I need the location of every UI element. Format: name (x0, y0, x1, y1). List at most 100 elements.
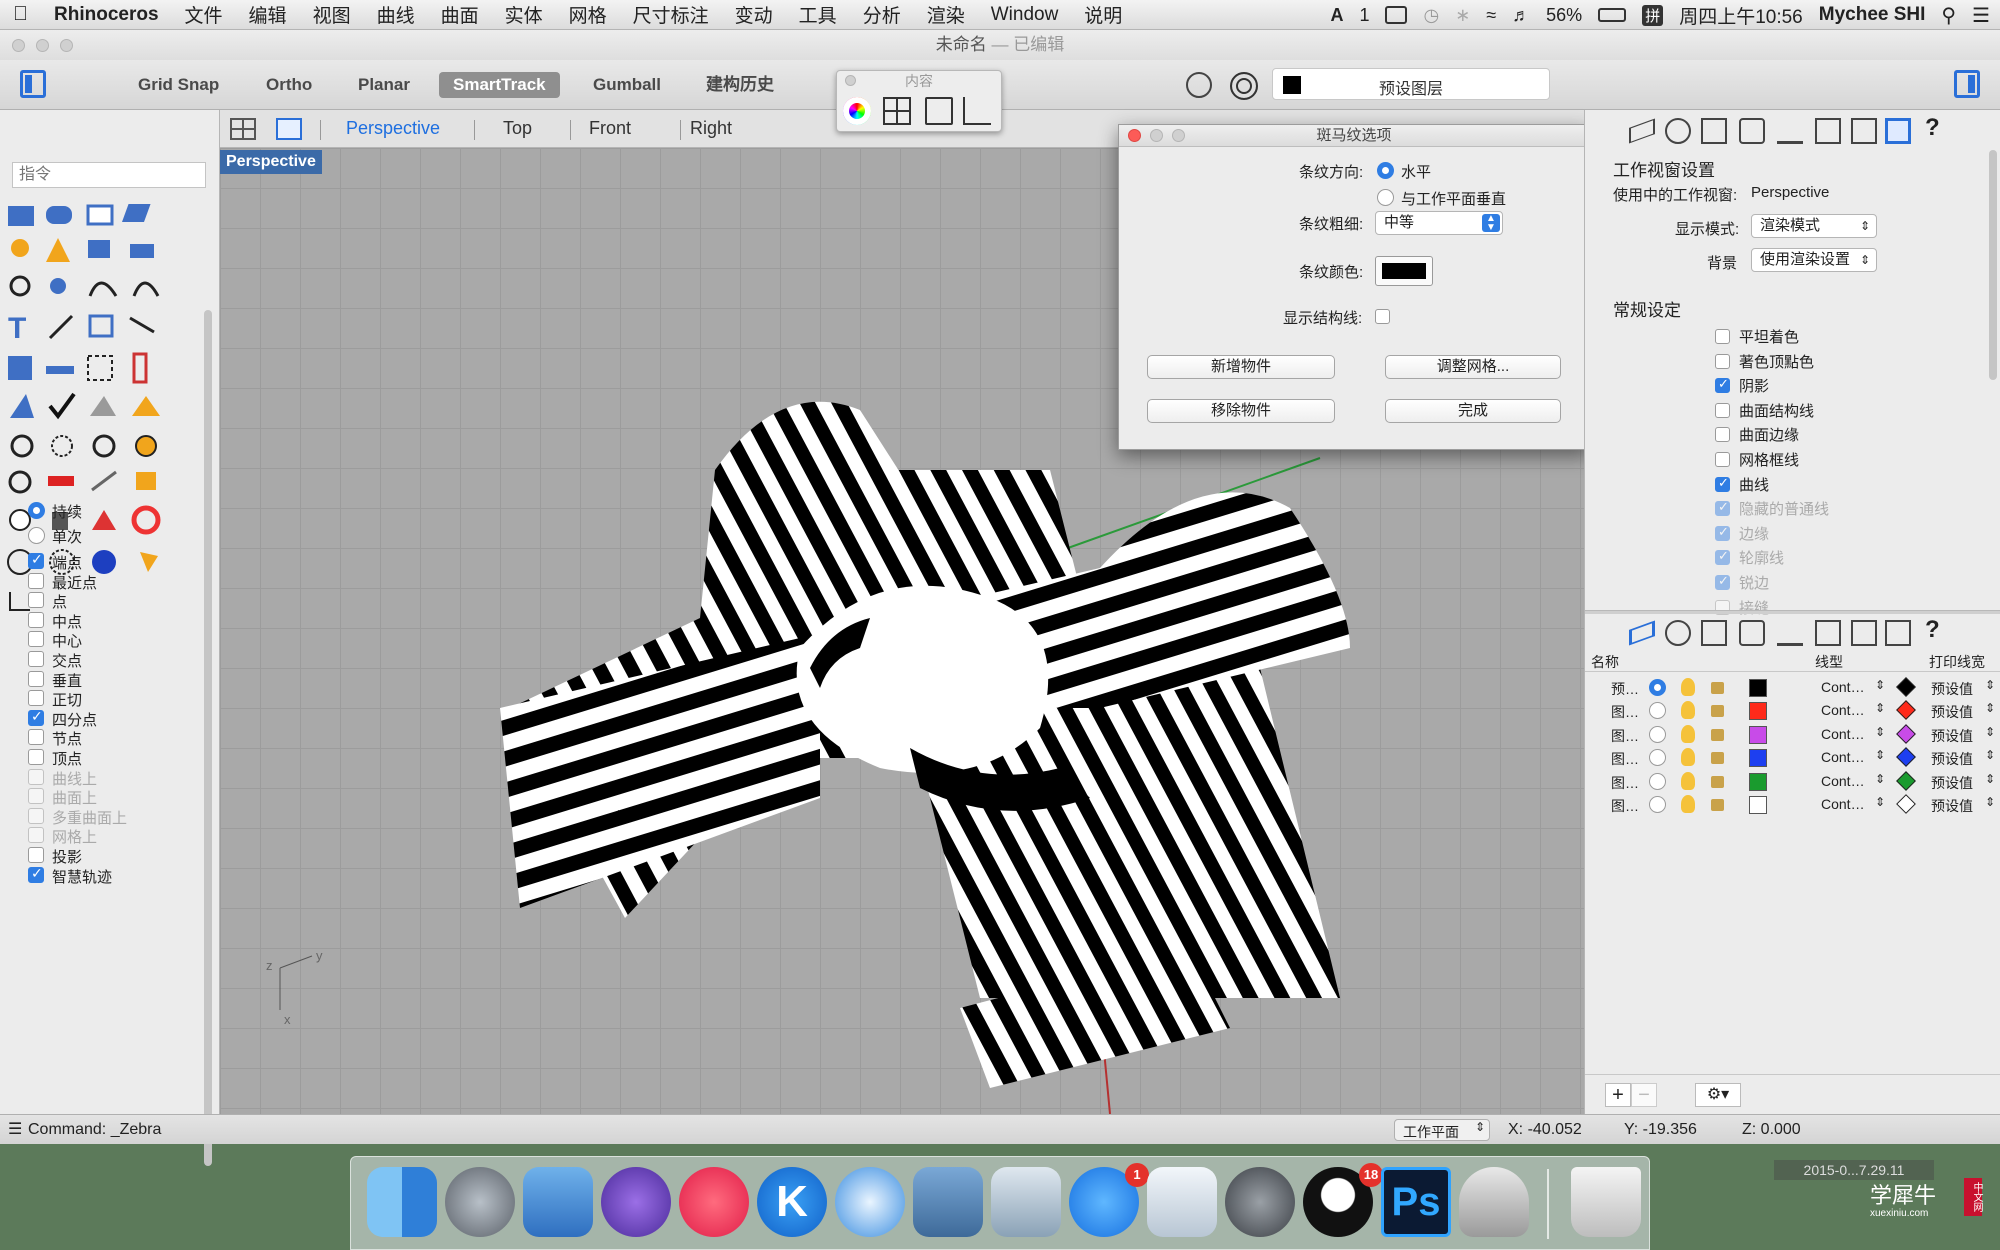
lightbulb-icon[interactable] (1681, 678, 1695, 696)
layers-tab-icon[interactable] (1629, 118, 1655, 144)
add-layer-button[interactable]: + (1605, 1083, 1631, 1107)
osnap-checkbox[interactable] (28, 631, 44, 648)
osnap-checkbox[interactable] (28, 551, 44, 569)
add-objects-button[interactable]: 新增物件 (1147, 355, 1335, 379)
direction-perpendicular-radio[interactable] (1377, 189, 1394, 206)
done-button[interactable]: 完成 (1385, 399, 1561, 423)
menu-view[interactable]: 视图 (300, 1, 364, 28)
lock-icon[interactable] (1711, 752, 1724, 765)
toolset-dimension-icon[interactable] (9, 592, 30, 611)
snap-persistent-radio[interactable] (28, 502, 45, 519)
osnap-checkbox[interactable] (28, 611, 44, 628)
safari-icon[interactable] (835, 1167, 905, 1237)
display-tab-icon[interactable] (1851, 118, 1877, 144)
lightbulb-icon[interactable] (1681, 701, 1695, 720)
object-tab-icon[interactable] (1701, 620, 1727, 646)
display-option-checkbox[interactable] (1715, 427, 1730, 443)
menu-mesh[interactable]: 网格 (556, 1, 620, 28)
tab-perspective[interactable]: Perspective (346, 118, 440, 139)
linetype-value[interactable]: Cont… (1821, 796, 1865, 812)
stripe-thickness-select[interactable]: 中等 ▲ ▼ (1375, 211, 1503, 235)
toolset-zoom-icon[interactable] (10, 434, 157, 458)
grid-snap-toggle[interactable]: Grid Snap (124, 72, 233, 98)
time-machine-icon[interactable]: ◷ (1423, 5, 1439, 26)
menu-transform[interactable]: 变动 (722, 1, 786, 28)
print-color-icon[interactable] (1896, 677, 1916, 697)
imovie-icon[interactable] (601, 1167, 671, 1237)
clock[interactable]: 周四上午10:56 (1679, 2, 1803, 29)
user-name[interactable]: Mychee SHI (1819, 4, 1926, 26)
layer-color-swatch[interactable] (1749, 749, 1767, 768)
layer-color-swatch[interactable] (1749, 679, 1767, 697)
grid-layout-icon[interactable] (883, 97, 911, 125)
help-icon[interactable]: ? (1925, 616, 1940, 644)
notes-tab-icon[interactable] (1815, 118, 1841, 144)
snap-target-icon[interactable] (1186, 72, 1212, 98)
osnap-checkbox[interactable] (28, 847, 44, 863)
lock-icon[interactable] (1711, 799, 1724, 811)
environment-tab-icon[interactable] (1777, 118, 1803, 144)
print-width-value[interactable]: 预设值 (1931, 679, 1973, 699)
layer-row[interactable]: 图… Cont… ⇕ 预设值 ⇕ (1585, 746, 2000, 770)
left-panel-scrollbar[interactable] (204, 310, 212, 1166)
menu-help[interactable]: 说明 (1071, 1, 1135, 28)
photoshop-icon[interactable]: Ps (1381, 1167, 1451, 1237)
itunes-icon[interactable] (679, 1167, 749, 1237)
toggle-left-sidebar-button[interactable] (20, 70, 46, 98)
gear-icon[interactable]: ⚙▾ (1695, 1083, 1741, 1107)
linetype-value[interactable]: Cont… (1821, 679, 1865, 695)
print-width-value[interactable]: 预设值 (1931, 773, 1973, 793)
adobe-icon[interactable]: A (1330, 5, 1343, 26)
four-view-layout-icon[interactable] (230, 118, 256, 140)
display-icon[interactable] (1385, 6, 1408, 24)
menu-dimension[interactable]: 尺寸标注 (620, 1, 722, 28)
stripe-color-button[interactable] (1375, 256, 1433, 286)
notification-center-icon[interactable]: ☰ (1972, 3, 1990, 28)
help-icon[interactable]: ? (1925, 114, 1940, 142)
smarttrack-toggle[interactable]: SmartTrack (439, 72, 560, 98)
minimize-window-button[interactable] (36, 39, 49, 52)
toolset-analyze-icon[interactable] (10, 392, 160, 420)
layer-row[interactable]: 图… Cont… ⇕ 预设值 ⇕ (1585, 699, 2000, 723)
print-color-icon[interactable] (1896, 747, 1916, 768)
current-layer-radio[interactable] (1649, 702, 1666, 720)
print-color-icon[interactable] (1896, 700, 1916, 721)
preview-icon[interactable] (991, 1167, 1061, 1237)
current-layer-radio[interactable] (1649, 679, 1666, 696)
dimension-tool-icon[interactable] (963, 97, 991, 125)
menu-analyze[interactable]: 分析 (850, 1, 914, 28)
show-isocurves-checkbox[interactable] (1375, 309, 1390, 324)
background-select[interactable]: 使用渲染设置 ⇕ (1751, 248, 1877, 272)
display-mode-select[interactable]: 渲染模式 ⇕ (1751, 214, 1877, 238)
toolset-text-icon[interactable]: T (8, 312, 155, 345)
print-color-icon[interactable] (1896, 794, 1916, 814)
object-tab-icon[interactable] (1701, 118, 1727, 144)
dialog-close-button[interactable] (1128, 129, 1141, 142)
display-option-checkbox[interactable] (1715, 475, 1730, 492)
display-option-checkbox[interactable] (1715, 329, 1730, 344)
gumball-toggle[interactable]: Gumball (579, 72, 675, 98)
linetype-value[interactable]: Cont… (1821, 726, 1865, 742)
finder-icon[interactable] (367, 1167, 437, 1237)
osnap-checkbox[interactable] (28, 690, 44, 707)
lightbulb-icon[interactable] (1681, 771, 1695, 790)
lightbulb-icon[interactable] (1681, 724, 1695, 743)
layer-row[interactable]: 图… Cont… ⇕ 预设值 ⇕ (1585, 770, 2000, 794)
volume-icon[interactable]: ♬ (1512, 5, 1530, 26)
color-wheel-icon[interactable] (843, 97, 871, 125)
remove-objects-button[interactable]: 移除物件 (1147, 399, 1335, 423)
osnap-checkbox[interactable] (28, 729, 44, 746)
layer-row[interactable]: 预… Cont… ⇕ 预设值 ⇕ (1585, 676, 2000, 700)
toolset-view-icon[interactable] (8, 470, 156, 494)
viewport-tab-icon[interactable] (1885, 118, 1911, 144)
osnap-checkbox[interactable] (28, 749, 44, 765)
iphoto-icon[interactable] (913, 1167, 983, 1237)
menu-render[interactable]: 渲染 (914, 1, 978, 28)
environment-tab-icon[interactable] (1777, 620, 1803, 646)
viewport-tab-icon[interactable] (1885, 620, 1911, 646)
menu-file[interactable]: 文件 (172, 1, 236, 28)
osnap-checkbox[interactable] (28, 651, 44, 667)
properties-scrollbar[interactable] (1989, 150, 1997, 380)
battery-icon[interactable] (1598, 8, 1627, 22)
menu-tools[interactable]: 工具 (786, 1, 850, 28)
